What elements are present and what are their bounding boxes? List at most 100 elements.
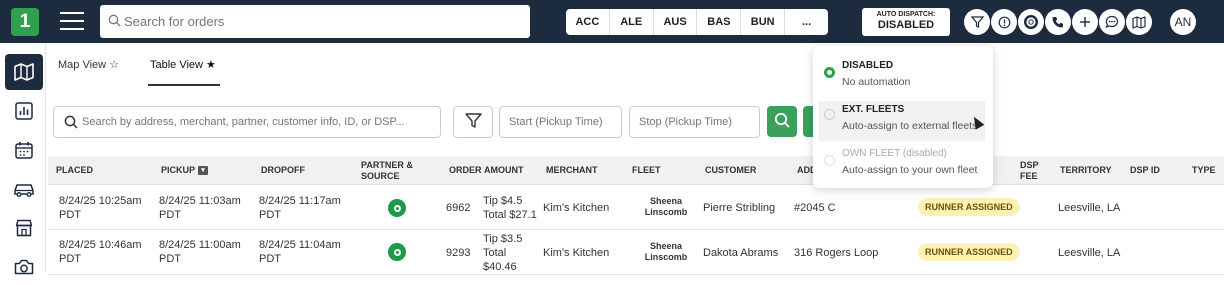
- radio-disabled: [824, 155, 835, 166]
- active-tab-underline: [148, 84, 220, 86]
- col-order[interactable]: ORDER: [449, 156, 482, 185]
- amount-tip: Tip $4.5: [483, 195, 523, 207]
- status-badge: RUNNER ASSIGNED: [918, 243, 1020, 261]
- col-fleet[interactable]: FLEET: [632, 156, 661, 185]
- phone-icon[interactable]: [1045, 9, 1071, 35]
- auto-dispatch-value: DISABLED: [877, 19, 935, 31]
- customer-cell: Pierre Stribling: [703, 202, 776, 214]
- sidebar: [0, 43, 46, 275]
- sidebar-car-icon[interactable]: [5, 171, 43, 207]
- sidebar-camera-icon[interactable]: [5, 249, 43, 285]
- placed-cell: 8/24/25 10:46am PDT: [59, 239, 142, 265]
- auto-dispatch-dropdown: DISABLED No automation EXT. FLEETS Auto-…: [813, 46, 993, 188]
- chat-icon[interactable]: [1099, 9, 1125, 35]
- territory-more[interactable]: ...: [785, 9, 828, 35]
- option-title: EXT. FLEETS: [842, 104, 905, 115]
- col-pickup[interactable]: PICKUP ▾: [161, 156, 209, 185]
- tab-map-view[interactable]: Map View ☆: [58, 58, 119, 71]
- territory-cell: Leesville, LA: [1058, 247, 1121, 259]
- filter-icon[interactable]: [964, 9, 990, 35]
- pickup-cell: 8/24/25 11:03am PDT: [159, 195, 241, 221]
- sidebar-store-icon[interactable]: [5, 210, 43, 246]
- option-subtitle: No automation: [842, 76, 911, 88]
- fleet-cell: Sheena Linscomb: [644, 196, 688, 217]
- option-title: OWN FLEET (disabled): [842, 148, 947, 159]
- map-icon[interactable]: [1126, 9, 1152, 35]
- radio-selected[interactable]: [824, 67, 835, 78]
- territory-ale[interactable]: ALE: [610, 9, 654, 35]
- col-territory[interactable]: TERRITORY: [1060, 156, 1112, 185]
- user-avatar[interactable]: AN: [1170, 9, 1196, 35]
- filter-icon: [464, 113, 482, 131]
- order-cell[interactable]: 6962: [446, 201, 470, 215]
- col-dsp-id[interactable]: DSP ID: [1130, 156, 1160, 185]
- amount-total: Total $27.1: [483, 209, 537, 221]
- stop-time-field[interactable]: [629, 106, 760, 138]
- territory-selector: ACC ALE AUS BAS BUN ...: [566, 9, 828, 35]
- merchant-cell: Kim's Kitchen: [543, 247, 610, 259]
- address-cell: 316 Rogers Loop: [794, 247, 879, 259]
- auto-dispatch-button[interactable]: AUTO DISPATCH: DISABLED: [862, 8, 950, 36]
- table-row[interactable]: 8/24/25 10:25am PDT 8/24/25 11:03am PDT …: [48, 186, 1224, 230]
- info-icon[interactable]: [991, 9, 1017, 35]
- search-icon: [108, 14, 121, 30]
- search-icon: [64, 115, 78, 132]
- col-placed[interactable]: PLACED: [56, 156, 93, 185]
- order-search-input[interactable]: [124, 5, 524, 38]
- territory-aus[interactable]: AUS: [654, 9, 698, 35]
- dropoff-cell: 8/24/25 11:04am PDT: [259, 239, 341, 265]
- territory-bun[interactable]: BUN: [741, 9, 786, 35]
- merchant-cell: Kim's Kitchen: [543, 202, 610, 214]
- pickup-cell: 8/24/25 11:00am PDT: [159, 239, 241, 265]
- search-icon: [774, 112, 790, 131]
- stop-time-input[interactable]: [630, 107, 759, 137]
- plus-icon[interactable]: [1072, 9, 1098, 35]
- order-search[interactable]: [100, 5, 530, 38]
- option-subtitle: Auto-assign to external fleets: [842, 120, 978, 132]
- territory-bas[interactable]: BAS: [697, 9, 742, 35]
- amount-tip: Tip $3.5: [483, 233, 523, 245]
- support-icon[interactable]: [1018, 9, 1044, 35]
- col-dsp-fee[interactable]: DSP FEE: [1020, 156, 1046, 185]
- tab-table-view[interactable]: Table View ★: [150, 58, 216, 71]
- option-own-fleet[interactable]: OWN FLEET (disabled) Auto-assign to your…: [813, 143, 993, 183]
- table-header: PLACED PICKUP ▾ DROPOFF PARTNER & SOURCE …: [48, 156, 1224, 185]
- fleet-cell: Sheena Linscomb: [644, 241, 688, 262]
- dropoff-cell: 8/24/25 11:17am PDT: [259, 195, 341, 221]
- start-time-field[interactable]: [499, 106, 622, 138]
- search-button[interactable]: [767, 106, 797, 137]
- col-customer[interactable]: CUSTOMER: [705, 156, 756, 185]
- sidebar-map-icon[interactable]: [5, 54, 43, 90]
- territory-cell: Leesville, LA: [1058, 202, 1121, 214]
- auto-dispatch-label: AUTO DISPATCH:: [876, 11, 936, 18]
- option-subtitle: Auto-assign to your own fleet: [842, 164, 978, 176]
- partner-icon: [388, 199, 406, 217]
- col-amount[interactable]: AMOUNT: [484, 156, 524, 185]
- partner-icon: [388, 243, 406, 261]
- col-type[interactable]: TYPE: [1192, 156, 1216, 185]
- option-ext-fleets[interactable]: EXT. FLEETS Auto-assign to external flee…: [819, 101, 985, 141]
- table-search-input[interactable]: [82, 107, 432, 137]
- sidebar-calendar-icon[interactable]: [5, 132, 43, 168]
- col-merchant[interactable]: MERCHANT: [546, 156, 598, 185]
- app-logo[interactable]: 1: [11, 8, 39, 36]
- radio-unselected[interactable]: [824, 109, 835, 120]
- territory-acc[interactable]: ACC: [566, 9, 610, 35]
- sort-icon[interactable]: ▾: [198, 166, 209, 175]
- col-partner-source[interactable]: PARTNER & SOURCE: [361, 156, 421, 185]
- header-icons: [964, 9, 1152, 35]
- status-badge: RUNNER ASSIGNED: [918, 198, 1020, 216]
- amount-total: Total $40.46: [483, 247, 517, 273]
- address-cell: #2045 C: [794, 202, 836, 214]
- col-pickup-label: PICKUP: [161, 165, 196, 175]
- order-cell[interactable]: 9293: [446, 246, 470, 260]
- table-row[interactable]: 8/24/25 10:46am PDT 8/24/25 11:00am PDT …: [48, 231, 1224, 275]
- col-dropoff[interactable]: DROPOFF: [261, 156, 305, 185]
- filter-button[interactable]: [453, 106, 493, 138]
- placed-cell: 8/24/25 10:25am PDT: [59, 195, 142, 221]
- option-disabled[interactable]: DISABLED No automation: [813, 55, 993, 95]
- sidebar-chart-icon[interactable]: [5, 93, 43, 129]
- table-search[interactable]: [53, 106, 441, 138]
- menu-icon[interactable]: [60, 12, 84, 32]
- start-time-input[interactable]: [500, 107, 621, 137]
